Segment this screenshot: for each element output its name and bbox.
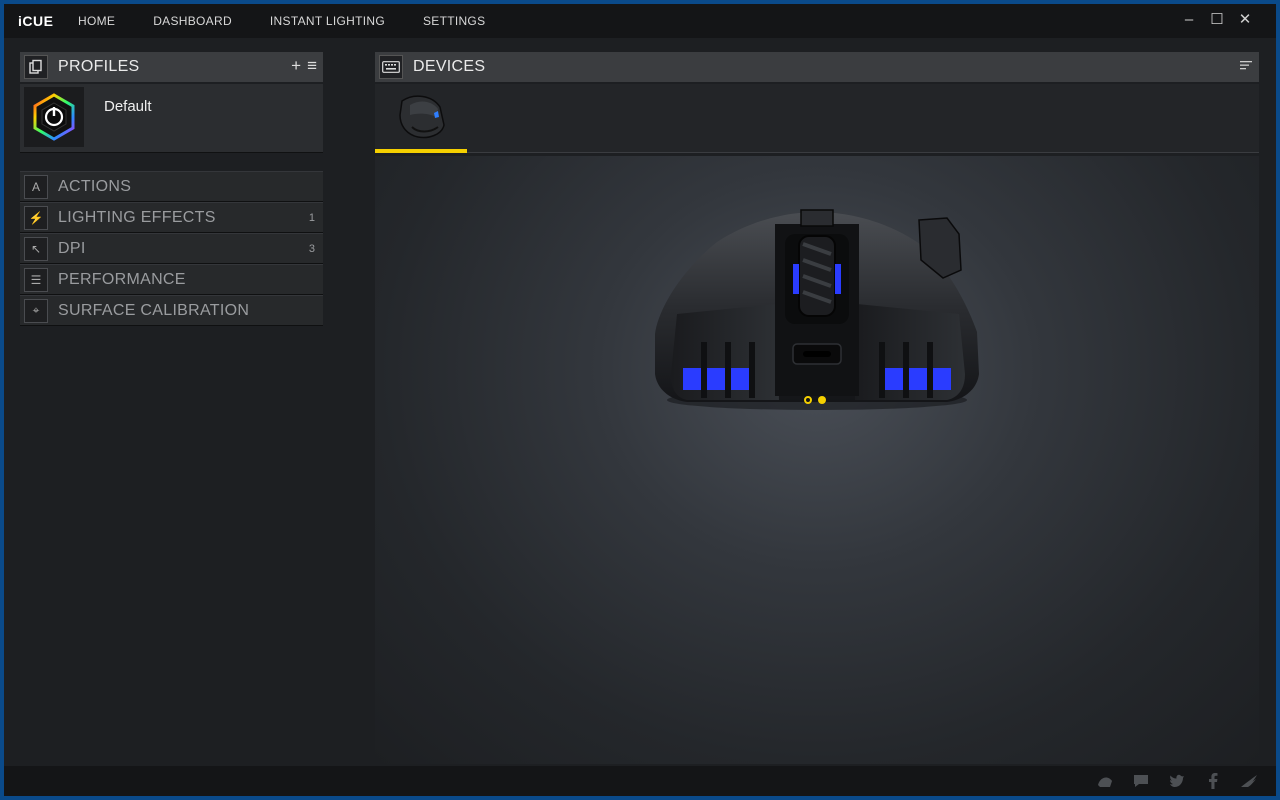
nav-instant-lighting[interactable]: INSTANT LIGHTING: [270, 14, 385, 28]
pager-dot-1[interactable]: [804, 396, 812, 404]
left-panel: PROFILES + ≡ Default A ACTIONS ⚡ LIGHTIN…: [20, 52, 323, 326]
main-nav: HOME DASHBOARD INSTANT LIGHTING SETTINGS: [78, 14, 523, 28]
profiles-icon: [24, 55, 48, 79]
icue-window: iCUE HOME DASHBOARD INSTANT LIGHTING SET…: [4, 4, 1276, 796]
twitter-icon[interactable]: [1168, 772, 1186, 790]
nav-settings[interactable]: SETTINGS: [423, 14, 485, 28]
chat-icon[interactable]: [1132, 772, 1150, 790]
profiles-actions: + ≡: [291, 57, 317, 75]
add-profile-button[interactable]: +: [291, 57, 301, 75]
profiles-header: PROFILES + ≡: [20, 52, 323, 82]
minimize-button[interactable]: –: [1182, 12, 1196, 28]
devices-actions: [1239, 57, 1253, 75]
crosshair-icon: ⌖: [24, 298, 48, 323]
app-logo: iCUE: [18, 13, 54, 29]
profile-item-default[interactable]: Default: [20, 84, 323, 153]
gaming-mouse-icon: [392, 91, 450, 146]
menu-item-label: LIGHTING EFFECTS: [58, 208, 216, 226]
menu-item-count: 1: [308, 211, 315, 224]
devices-header: DEVICES: [375, 52, 1259, 82]
maximize-button[interactable]: ☐: [1210, 12, 1224, 28]
device-tab-mouse[interactable]: [375, 84, 467, 152]
nav-home[interactable]: HOME: [78, 14, 115, 28]
menu-item-performance[interactable]: ☰ PERFORMANCE: [20, 264, 323, 295]
window-controls: – ☐ ✕: [1182, 12, 1252, 28]
keyboard-icon: [379, 55, 403, 79]
cursor-dpi-icon: ↖: [24, 236, 48, 261]
menu-item-actions[interactable]: A ACTIONS: [20, 171, 323, 202]
devices-sort-menu-icon[interactable]: [1239, 57, 1253, 75]
menu-item-lighting-effects[interactable]: ⚡ LIGHTING EFFECTS 1: [20, 202, 323, 233]
menu-item-label: PERFORMANCE: [58, 270, 186, 288]
profiles-title: PROFILES: [58, 58, 140, 75]
device-preview-area: [375, 156, 1259, 764]
device-tabs: [375, 84, 1259, 153]
menu-item-count: 3: [308, 242, 315, 255]
device-settings-menu: A ACTIONS ⚡ LIGHTING EFFECTS 1 ↖ DPI 3 ☰…: [20, 171, 323, 326]
icue-profile-hexagon-icon: [24, 87, 84, 147]
footer-bar: [4, 766, 1276, 796]
menu-item-label: SURFACE CALIBRATION: [58, 301, 250, 319]
devices-title: DEVICES: [413, 58, 486, 75]
close-button[interactable]: ✕: [1238, 12, 1252, 28]
profiles-menu-button[interactable]: ≡: [307, 57, 317, 75]
top-navigation-bar: iCUE HOME DASHBOARD INSTANT LIGHTING SET…: [4, 4, 1276, 38]
nav-dashboard[interactable]: DASHBOARD: [153, 14, 232, 28]
profile-name: Default: [104, 98, 152, 115]
menu-item-dpi[interactable]: ↖ DPI 3: [20, 233, 323, 264]
corsair-logo-icon[interactable]: [1240, 772, 1258, 790]
pager-dot-2[interactable]: [818, 396, 826, 404]
mouse-device-image[interactable]: [647, 204, 987, 414]
devices-panel: DEVICES: [375, 52, 1259, 153]
performance-toggles-icon: ☰: [24, 267, 48, 292]
community-icon[interactable]: [1096, 772, 1114, 790]
selected-device-indicator: [375, 149, 467, 153]
menu-item-surface-calibration[interactable]: ⌖ SURFACE CALIBRATION: [20, 295, 323, 326]
view-pager: [804, 396, 826, 404]
menu-item-label: DPI: [58, 239, 86, 257]
menu-item-label: ACTIONS: [58, 177, 132, 195]
lightning-icon: ⚡: [24, 205, 48, 230]
letter-a-icon: A: [24, 174, 48, 199]
facebook-icon[interactable]: [1204, 772, 1222, 790]
